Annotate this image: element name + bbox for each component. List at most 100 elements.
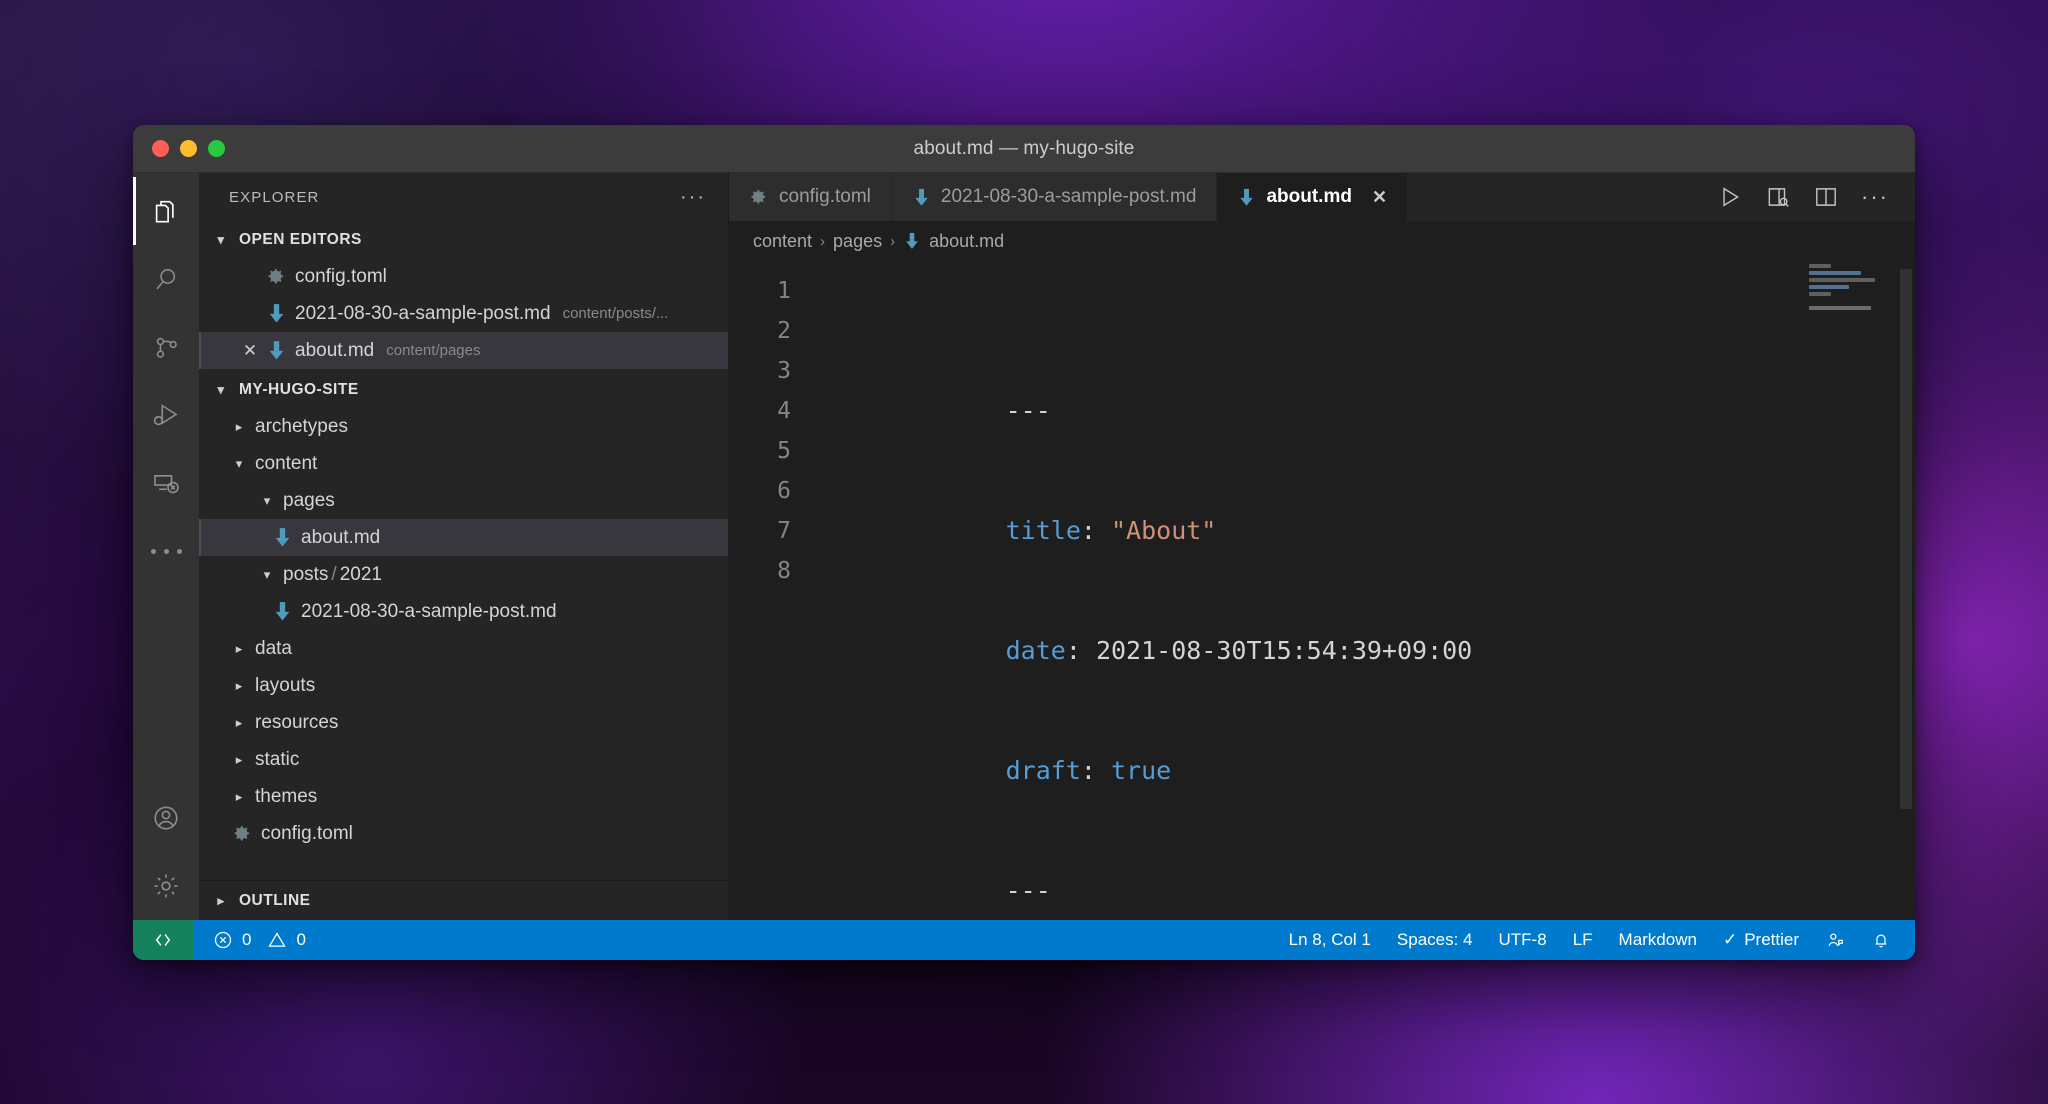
tree-item-config-toml[interactable]: config.toml	[199, 815, 728, 852]
chevron-right-icon: ›	[890, 232, 896, 250]
open-editor-label: 2021-08-30-a-sample-post.md	[295, 302, 551, 324]
tab-label: about.md	[1266, 186, 1352, 207]
zoom-window-button[interactable]	[208, 140, 225, 157]
chevron-right-icon: ▸	[235, 678, 243, 693]
toml-gear-icon	[263, 266, 289, 287]
ellipsis-icon[interactable]: ···	[1861, 186, 1889, 208]
tab-config-toml[interactable]: config.toml	[729, 173, 892, 221]
chevron-down-icon: ▾	[217, 382, 225, 397]
toml-gear-icon	[749, 187, 769, 207]
close-window-button[interactable]	[152, 140, 169, 157]
tree-item-posts-2021[interactable]: ▾ posts / 2021	[199, 556, 728, 593]
preview-side-icon[interactable]	[1765, 184, 1791, 210]
chevron-right-icon: ▸	[217, 893, 225, 908]
chevron-right-icon: ▸	[235, 641, 243, 656]
split-editor-icon[interactable]	[1813, 184, 1839, 210]
tree-item-resources[interactable]: ▸ resources	[199, 704, 728, 741]
code-line-3: date: 2021-08-30T15:54:39+09:00	[825, 591, 1915, 665]
line-number: 4	[777, 398, 791, 424]
activity-item-remote-explorer[interactable]	[133, 449, 199, 517]
outline-section-header[interactable]: ▸ OUTLINE	[199, 880, 728, 920]
line-number-gutter: 1 2 3 4 5 6 7 8	[729, 261, 807, 920]
tree-item-data[interactable]: ▸ data	[199, 630, 728, 667]
breadcrumb-item-pages[interactable]: pages	[833, 231, 882, 252]
tree-item-sample-post[interactable]: 2021-08-30-a-sample-post.md	[199, 593, 728, 630]
activity-item-additional-views[interactable]	[133, 517, 199, 585]
code-editor[interactable]: 1 2 3 4 5 6 7 8 --- title: "About" date:…	[729, 261, 1915, 920]
explorer-body: ▾ OPEN EDITORS config.toml 2021-08-30-a-…	[199, 221, 728, 880]
code-token: draft	[1005, 756, 1081, 785]
close-editor-icon[interactable]: ✕	[237, 341, 263, 361]
breadcrumb-item-about-md[interactable]: about.md	[929, 231, 1004, 252]
source-control-icon	[152, 333, 181, 362]
activity-item-source-control[interactable]	[133, 313, 199, 381]
chevron-down-icon: ▾	[235, 456, 243, 471]
line-number: 6	[777, 478, 791, 504]
status-cursor-position[interactable]: Ln 8, Col 1	[1289, 930, 1371, 950]
code-token: :	[1080, 516, 1111, 545]
tree-item-label: resources	[255, 711, 339, 733]
code-line-4: draft: true	[825, 711, 1915, 785]
code-content[interactable]: --- title: "About" date: 2021-08-30T15:5…	[807, 261, 1915, 920]
activity-item-manage[interactable]	[133, 852, 199, 920]
line-number: 1	[777, 278, 791, 304]
status-prettier[interactable]: ✓ Prettier	[1723, 930, 1799, 950]
open-editors-section-header[interactable]: ▾ OPEN EDITORS	[199, 221, 728, 258]
status-indentation[interactable]: Spaces: 4	[1397, 930, 1473, 950]
open-editor-item-config-toml[interactable]: config.toml	[199, 258, 728, 295]
tree-item-archetypes[interactable]: ▸ archetypes	[199, 408, 728, 445]
workspace-label: MY-HUGO-SITE	[239, 380, 359, 398]
open-editor-item-sample-post[interactable]: 2021-08-30-a-sample-post.md content/post…	[199, 295, 728, 332]
activity-item-search[interactable]	[133, 245, 199, 313]
status-language-mode[interactable]: Markdown	[1619, 930, 1697, 950]
sidebar-title: EXPLORER	[229, 188, 320, 206]
tree-item-label: about.md	[301, 526, 381, 548]
traffic-lights	[133, 140, 225, 157]
tree-item-themes[interactable]: ▸ themes	[199, 778, 728, 815]
status-end-of-line[interactable]: LF	[1573, 930, 1593, 950]
sidebar-more-actions-icon[interactable]: ···	[680, 187, 706, 207]
live-share-icon[interactable]	[1825, 930, 1845, 950]
line-number: 7	[777, 518, 791, 544]
tab-about-md[interactable]: about.md ✕	[1217, 173, 1409, 221]
check-icon: ✓	[1722, 930, 1738, 949]
tree-item-label: themes	[255, 785, 318, 807]
chevron-down-icon: ▾	[263, 567, 271, 582]
tree-item-about-md[interactable]: about.md	[199, 519, 728, 556]
activity-item-explorer[interactable]	[133, 177, 199, 245]
status-encoding[interactable]: UTF-8	[1499, 930, 1547, 950]
scrollbar-thumb[interactable]	[1900, 269, 1912, 809]
breadcrumb-item-content[interactable]: content	[753, 231, 812, 252]
tree-item-label: layouts	[255, 674, 316, 696]
remote-host-button[interactable]	[133, 920, 193, 960]
minimize-window-button[interactable]	[180, 140, 197, 157]
tree-item-label: data	[255, 637, 292, 659]
status-problems[interactable]: 0 0	[193, 930, 306, 950]
close-tab-icon[interactable]: ✕	[1372, 187, 1387, 208]
open-editor-item-about-md[interactable]: ✕ about.md content/pages	[199, 332, 728, 369]
chevron-right-icon: ▸	[235, 789, 243, 804]
tab-sample-post[interactable]: 2021-08-30-a-sample-post.md	[891, 173, 1218, 221]
editor-scrollbar[interactable]	[1897, 261, 1915, 920]
markdown-icon	[1237, 187, 1256, 208]
tree-item-layouts[interactable]: ▸ layouts	[199, 667, 728, 704]
tree-item-static[interactable]: ▸ static	[199, 741, 728, 778]
chevron-right-icon: ▸	[235, 715, 243, 730]
vscode-window: about.md — my-hugo-site EXPLORER ··· ▾ O…	[133, 125, 1915, 960]
ellipsis-icon	[150, 548, 182, 554]
workspace-section-header[interactable]: ▾ MY-HUGO-SITE	[199, 371, 728, 408]
code-token: ---	[1005, 396, 1051, 425]
activity-item-run-and-debug[interactable]	[133, 381, 199, 449]
play-icon[interactable]	[1717, 184, 1743, 210]
tree-item-pages[interactable]: ▾ pages	[199, 482, 728, 519]
open-editor-description: content/posts/...	[562, 305, 669, 322]
chevron-right-icon: ▸	[235, 752, 243, 767]
warning-icon	[267, 930, 287, 950]
activity-item-accounts[interactable]	[133, 784, 199, 852]
tree-item-content[interactable]: ▾ content	[199, 445, 728, 482]
editor-area: config.toml 2021-08-30-a-sample-post.md	[729, 173, 1915, 920]
warning-count: 0	[296, 930, 306, 949]
notifications-bell-icon[interactable]	[1871, 930, 1891, 950]
line-number: 3	[777, 358, 791, 384]
minimap[interactable]	[1805, 261, 1893, 920]
